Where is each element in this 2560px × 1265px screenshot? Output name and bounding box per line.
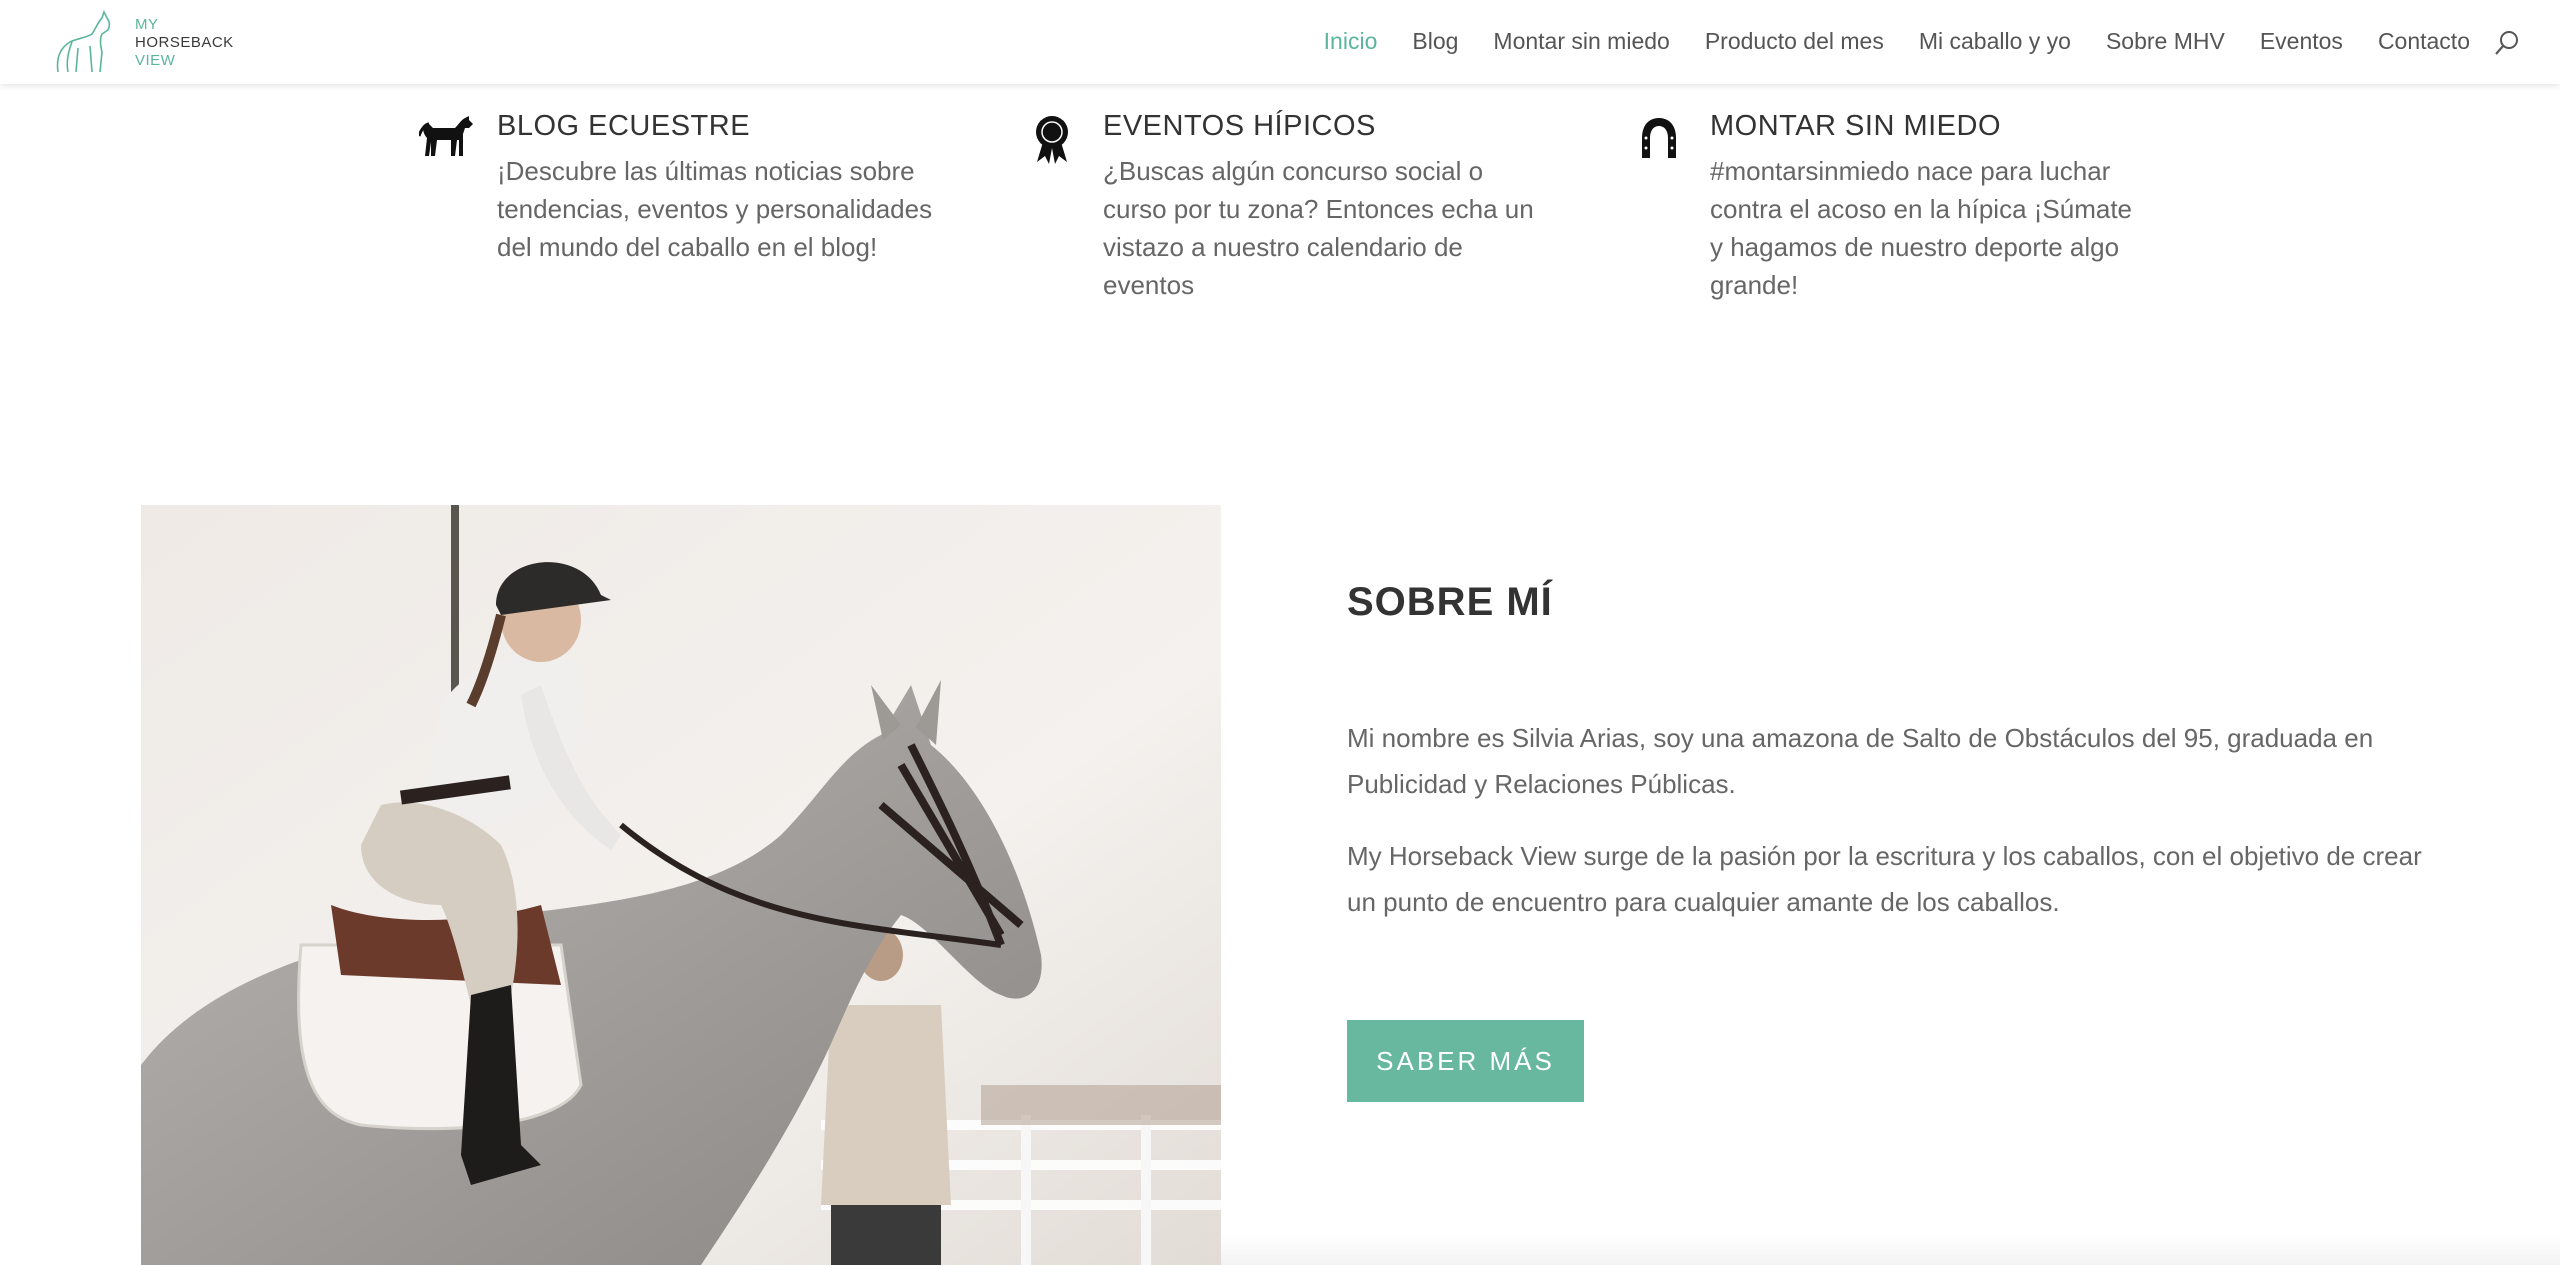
rider-photo — [141, 505, 1221, 1265]
feature-title: BLOG ECUESTRE — [497, 110, 751, 142]
horseshoe-icon — [1632, 114, 1686, 164]
nav-item-mi-caballo-y-yo[interactable]: Mi caballo y yo — [1919, 26, 2071, 56]
logo-line-2: HORSEBACK — [135, 34, 234, 51]
section-divider-shadow — [1221, 1235, 2560, 1265]
site-logo[interactable]: MY HORSEBACK VIEW — [52, 8, 234, 76]
main-nav: Inicio Blog Montar sin miedo Producto de… — [1289, 26, 2470, 56]
award-ribbon-icon — [1025, 114, 1079, 164]
nav-item-eventos[interactable]: Eventos — [2260, 26, 2343, 56]
nav-item-montar-sin-miedo[interactable]: Montar sin miedo — [1493, 26, 1669, 56]
about-paragraph-1: Mi nombre es Silvia Arias, soy una amazo… — [1347, 723, 2374, 799]
feature-title: EVENTOS HÍPICOS — [1103, 110, 1376, 142]
about-title: SOBRE MÍ — [1347, 580, 1553, 624]
feature-blog-ecuestre: BLOG ECUESTRE ¡Descubre las últimas noti… — [417, 106, 937, 266]
nav-item-contacto[interactable]: Contacto — [2378, 26, 2470, 56]
feature-text: ¡Descubre las últimas noticias sobre ten… — [497, 156, 933, 262]
feature-title: MONTAR SIN MIEDO — [1710, 110, 2002, 142]
about-paragraph-2: My Horseback View surge de la pasión por… — [1347, 841, 2422, 917]
nav-item-inicio[interactable]: Inicio — [1324, 26, 1378, 56]
nav-item-producto-del-mes[interactable]: Producto del mes — [1705, 26, 1884, 56]
search-icon[interactable] — [2492, 28, 2522, 58]
logo-text: MY HORSEBACK VIEW — [135, 16, 234, 70]
horse-icon — [417, 114, 473, 164]
saber-mas-button[interactable]: SABER MÁS — [1347, 1020, 1584, 1102]
feature-text: ¿Buscas algún concurso social o curso po… — [1103, 156, 1534, 300]
feature-text: #montarsinmiedo nace para luchar contra … — [1710, 156, 2133, 300]
feature-montar-sin-miedo: MONTAR SIN MIEDO #montarsinmiedo nace pa… — [1642, 106, 2150, 304]
logo-line-3: VIEW — [135, 52, 176, 69]
nav-item-blog[interactable]: Blog — [1412, 26, 1458, 56]
nav-item-sobre-mhv[interactable]: Sobre MHV — [2106, 26, 2225, 56]
logo-line-1: MY — [135, 16, 159, 33]
site-header: MY HORSEBACK VIEW Inicio Blog Montar sin… — [0, 0, 2560, 84]
feature-eventos-hipicos: EVENTOS HÍPICOS ¿Buscas algún concurso s… — [1036, 106, 1543, 304]
horse-logo-icon — [56, 9, 111, 73]
